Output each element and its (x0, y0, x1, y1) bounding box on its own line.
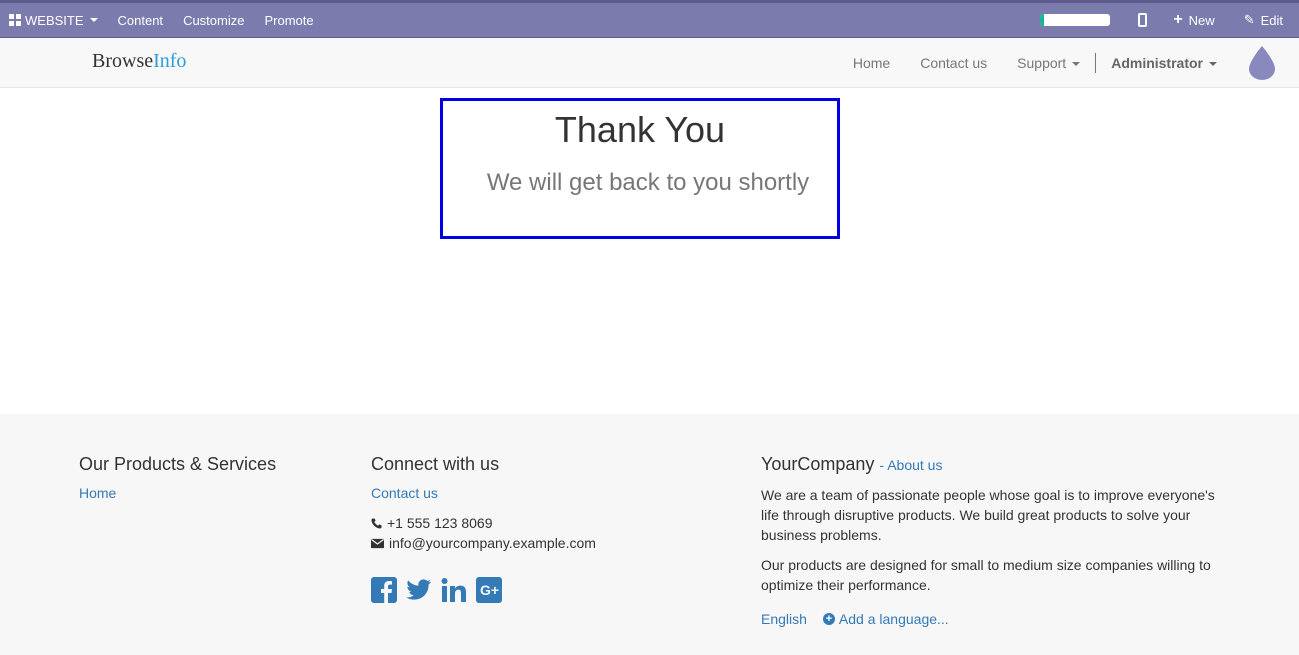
thank-you-title: Thank You (554, 109, 726, 150)
footer-products-column: Our Products & Services Home (79, 454, 339, 503)
footer-company-heading: YourCompany - About us (761, 454, 1231, 475)
thank-you-subtitle: We will get back to you shortly (486, 169, 810, 196)
brand-logo[interactable]: BrowseInfo (92, 50, 186, 73)
plus-circle-icon: + (822, 613, 835, 625)
phone-number: +1 555 123 8069 (387, 515, 493, 531)
phone-line: +1 555 123 8069 (371, 513, 711, 533)
envelope-icon (371, 538, 384, 548)
caret-down-icon (1072, 62, 1081, 67)
nav-contact[interactable]: Contact us (905, 55, 1002, 71)
mobile-preview-button[interactable] (1128, 3, 1161, 37)
nav-support[interactable]: Support (1002, 55, 1095, 71)
company-name: YourCompany (761, 454, 875, 474)
nav-admin-label: Administrator (1111, 55, 1203, 71)
linkedin-icon[interactable] (441, 577, 467, 603)
site-footer: Our Products & Services Home Connect wit… (0, 414, 1299, 655)
footer-home-link[interactable]: Home (79, 485, 116, 501)
company-description-2: Our products are designed for small to m… (761, 557, 1211, 593)
menu-customize[interactable]: Customize (173, 3, 254, 37)
progress-bar (1040, 14, 1111, 26)
google-plus-icon[interactable]: G+ (476, 577, 502, 603)
email-line: info@yourcompany.example.com (371, 533, 711, 553)
footer-company-column: YourCompany - About us We are a team of … (761, 454, 1231, 627)
mobile-icon (1138, 13, 1148, 27)
footer-connect-heading: Connect with us (371, 454, 500, 474)
thank-you-box: Thank You We will get back to you shortl… (440, 98, 840, 239)
menu-content[interactable]: Content (108, 3, 174, 37)
progress-fill (1040, 14, 1044, 26)
phone-icon (371, 517, 382, 529)
social-links: G+ (371, 577, 711, 603)
admin-bar: WEBSITE Content Customize Promote + New … (0, 0, 1299, 38)
add-language-link[interactable]: Add a language... (839, 611, 949, 627)
twitter-icon[interactable] (406, 577, 432, 603)
footer-products-heading: Our Products & Services (79, 454, 277, 474)
website-menu-label: WEBSITE (25, 12, 84, 28)
main-nav: Home Contact us Support Administrator (838, 38, 1299, 88)
company-description-1: We are a team of passionate people whose… (761, 487, 1215, 543)
pencil-icon: ✎ (1243, 12, 1255, 27)
svg-text:G+: G+ (480, 582, 499, 598)
edit-button[interactable]: ✎ Edit (1229, 3, 1299, 37)
brand-part1: Browse (92, 50, 154, 72)
caret-down-icon (1209, 62, 1217, 67)
language-row: English + Add a language... (761, 611, 1231, 627)
nav-admin-menu[interactable]: Administrator (1096, 55, 1232, 71)
footer-connect-column: Connect with us Contact us +1 555 123 80… (371, 454, 711, 603)
nav-home[interactable]: Home (838, 55, 905, 71)
plus-icon: + (1173, 11, 1183, 28)
edit-label: Edit (1260, 12, 1283, 28)
nav-support-label: Support (1017, 55, 1067, 71)
droplet-icon[interactable] (1247, 45, 1277, 81)
new-button[interactable]: + New (1161, 3, 1228, 37)
website-menu[interactable]: WEBSITE (0, 3, 108, 37)
apps-grid-icon (9, 14, 21, 26)
email-address: info@yourcompany.example.com (389, 535, 596, 551)
menu-promote[interactable]: Promote (254, 3, 323, 37)
site-header: BrowseInfo Home Contact us Support Admin… (0, 38, 1299, 88)
new-label: New (1188, 12, 1215, 28)
caret-down-icon (89, 18, 98, 22)
footer-contact-link[interactable]: Contact us (371, 485, 438, 501)
brand-part2: Info (153, 50, 187, 72)
language-english-link[interactable]: English (761, 611, 807, 627)
facebook-icon[interactable] (371, 577, 397, 603)
about-us-link[interactable]: - About us (879, 457, 942, 473)
